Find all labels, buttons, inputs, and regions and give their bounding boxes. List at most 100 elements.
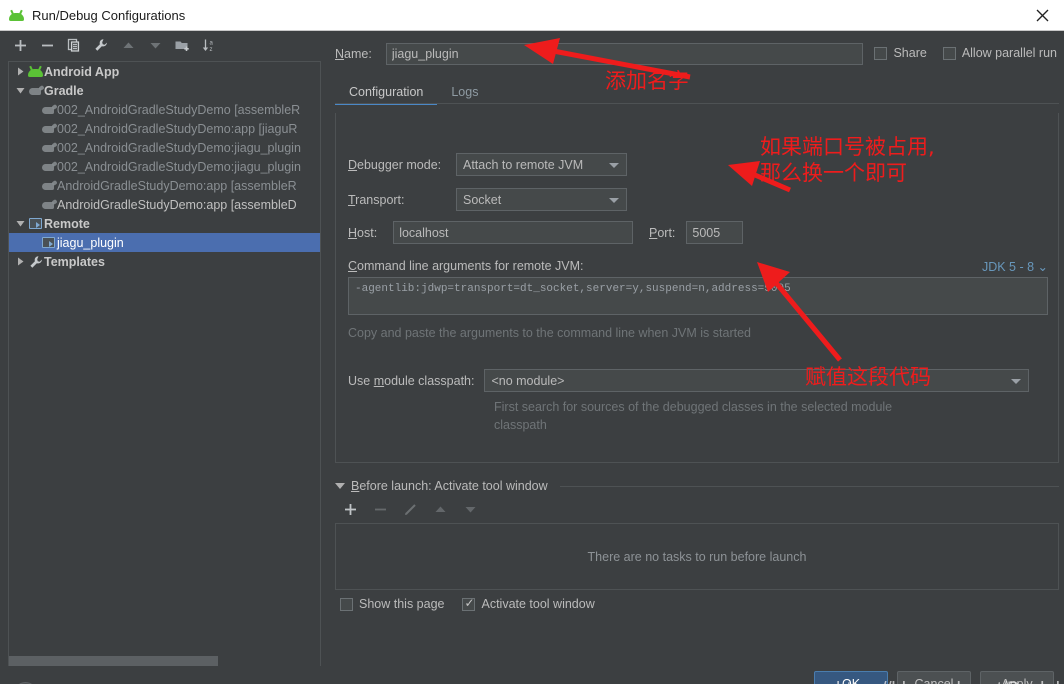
- gradle-icon: [40, 179, 58, 191]
- checkbox-box: [942, 46, 956, 60]
- svg-text:a: a: [209, 41, 213, 47]
- tree-item-gradle-child-4[interactable]: 002_AndroidGradleStudyDemo:jiagu_plugin: [9, 157, 320, 176]
- command-line-label: Command line arguments for remote JVM:: [348, 259, 584, 273]
- tree-item-label: 002_AndroidGradleStudyDemo:jiagu_plugin: [57, 140, 301, 155]
- apply-button[interactable]: Apply: [980, 671, 1054, 684]
- debugger-mode-select[interactable]: Attach to remote JVM: [456, 153, 627, 176]
- activate-tool-window-label: Activate tool window: [481, 597, 595, 611]
- copy-button[interactable]: [66, 37, 82, 53]
- tree-item-label: AndroidGradleStudyDemo:app [assembleD: [57, 197, 297, 212]
- bl-remove-button: [372, 501, 388, 517]
- tree-item-label: 002_AndroidGradleStudyDemo:app [jiaguR: [57, 121, 298, 136]
- ok-button[interactable]: OK: [814, 671, 888, 684]
- gradle-icon: [40, 198, 58, 210]
- name-row: Name:: [335, 43, 863, 65]
- chevron-down-icon[interactable]: [13, 219, 27, 228]
- chevron-down-icon: [609, 197, 619, 203]
- window-titlebar: Run/Debug Configurations: [0, 0, 1064, 31]
- command-line-hint: Copy and paste the arguments to the comm…: [348, 326, 751, 340]
- tree-item-label: Remote: [44, 216, 90, 231]
- checkbox-box: [874, 46, 888, 60]
- bl-move-down-button: [462, 501, 478, 517]
- window-title: Run/Debug Configurations: [32, 7, 186, 23]
- tree-item-label: AndroidGradleStudyDemo:app [assembleR: [57, 178, 297, 193]
- before-launch-toolbar: [342, 501, 478, 517]
- configurations-tree[interactable]: Android App Gradle 002_AndroidGradleStud…: [8, 61, 321, 666]
- android-icon: [27, 65, 44, 77]
- tree-item-label: Gradle: [44, 83, 84, 98]
- checkbox-box: [340, 597, 353, 611]
- sort-az-icon[interactable]: a z: [201, 37, 217, 53]
- name-input[interactable]: [385, 43, 863, 65]
- port-row: Port:: [649, 221, 744, 244]
- tree-item-gradle-child-3[interactable]: 002_AndroidGradleStudyDemo:jiagu_plugin: [9, 138, 320, 157]
- tree-item-templates[interactable]: Templates: [9, 252, 320, 271]
- add-button[interactable]: [12, 37, 28, 53]
- chevron-down-icon[interactable]: [335, 483, 345, 489]
- show-this-page-checkbox[interactable]: Show this page: [340, 597, 444, 611]
- dialog-body: a z Android App Gradle 002_AndroidGradle…: [0, 31, 1064, 684]
- folder-add-icon[interactable]: [174, 37, 190, 53]
- activate-tool-window-checkbox[interactable]: Activate tool window: [462, 596, 595, 611]
- host-input[interactable]: [393, 221, 634, 244]
- module-classpath-select[interactable]: <no module>: [484, 369, 1030, 392]
- port-input[interactable]: [686, 221, 744, 244]
- tree-item-label: jiagu_plugin: [57, 235, 124, 250]
- bl-add-button[interactable]: [342, 501, 358, 517]
- tree-item-gradle-child-6[interactable]: AndroidGradleStudyDemo:app [assembleD: [9, 195, 320, 214]
- wrench-icon: [27, 255, 44, 269]
- before-launch-title: Before launch: Activate tool window: [351, 479, 548, 493]
- tree-item-gradle-child-1[interactable]: 002_AndroidGradleStudyDemo [assembleR: [9, 100, 320, 119]
- allow-parallel-run-label: Allow parallel run: [961, 46, 1057, 60]
- gradle-icon: [40, 141, 58, 153]
- before-launch-task-list[interactable]: There are no tasks to run before launch: [335, 523, 1059, 590]
- editor-tabs: Configuration Logs: [335, 79, 492, 105]
- tree-horizontal-scrollbar[interactable]: [9, 656, 320, 666]
- tree-item-jiagu-plugin[interactable]: jiagu_plugin: [9, 233, 320, 252]
- move-down-button[interactable]: [147, 37, 163, 53]
- remote-icon: [40, 237, 57, 248]
- configuration-editor: Name: Share Allow parallel run Configura…: [330, 31, 1064, 684]
- configurations-panel: a z Android App Gradle 002_AndroidGradle…: [0, 31, 330, 684]
- checkbox-box: [462, 596, 476, 611]
- chevron-right-icon[interactable]: [13, 67, 27, 76]
- wrench-icon[interactable]: [93, 37, 109, 53]
- module-classpath-row: Use module classpath: <no module>: [348, 369, 1030, 392]
- tree-item-label: 002_AndroidGradleStudyDemo:jiagu_plugin: [57, 159, 301, 174]
- scrollbar-thumb[interactable]: [9, 656, 218, 666]
- cancel-button[interactable]: Cancel: [897, 671, 971, 684]
- tree-item-gradle-child-5[interactable]: AndroidGradleStudyDemo:app [assembleR: [9, 176, 320, 195]
- remove-button[interactable]: [39, 37, 55, 53]
- chevron-down-icon: [609, 162, 619, 168]
- pencil-icon: [402, 501, 418, 517]
- tree-item-gradle-child-2[interactable]: 002_AndroidGradleStudyDemo:app [jiaguR: [9, 119, 320, 138]
- chevron-down-icon[interactable]: [13, 86, 27, 95]
- move-up-button[interactable]: [120, 37, 136, 53]
- before-launch-empty-text: There are no tasks to run before launch: [587, 549, 807, 564]
- tree-item-gradle[interactable]: Gradle: [9, 81, 320, 100]
- host-label: Host:: [348, 225, 378, 240]
- module-classpath-value: <no module>: [491, 373, 565, 388]
- share-checkbox[interactable]: Share: [874, 46, 927, 60]
- chevron-right-icon[interactable]: [13, 257, 27, 266]
- name-label: Name:: [335, 47, 372, 61]
- section-divider: [559, 485, 1059, 487]
- allow-parallel-run-checkbox[interactable]: Allow parallel run: [942, 46, 1057, 60]
- module-classpath-hint: First search for sources of the debugged…: [494, 400, 893, 432]
- transport-select[interactable]: Socket: [456, 188, 627, 211]
- tab-configuration[interactable]: Configuration: [335, 82, 438, 105]
- transport-value: Socket: [463, 192, 502, 207]
- close-icon[interactable]: [1020, 0, 1064, 31]
- tree-item-label: Templates: [44, 254, 105, 269]
- bl-move-up-button: [432, 501, 448, 517]
- jdk-version-selector[interactable]: JDK 5 - 8 ⌄: [982, 259, 1048, 274]
- tree-item-remote[interactable]: Remote: [9, 214, 320, 233]
- svg-text:z: z: [209, 47, 212, 52]
- host-row: Host:: [348, 221, 634, 244]
- tree-item-android-app[interactable]: Android App: [9, 62, 320, 81]
- chevron-down-icon: [1011, 378, 1022, 384]
- tab-logs[interactable]: Logs: [437, 82, 492, 105]
- command-line-arguments-field[interactable]: -agentlib:jdwp=transport=dt_socket,serve…: [348, 277, 1048, 315]
- gradle-icon: [40, 103, 58, 115]
- module-classpath-label: Use module classpath:: [348, 373, 475, 388]
